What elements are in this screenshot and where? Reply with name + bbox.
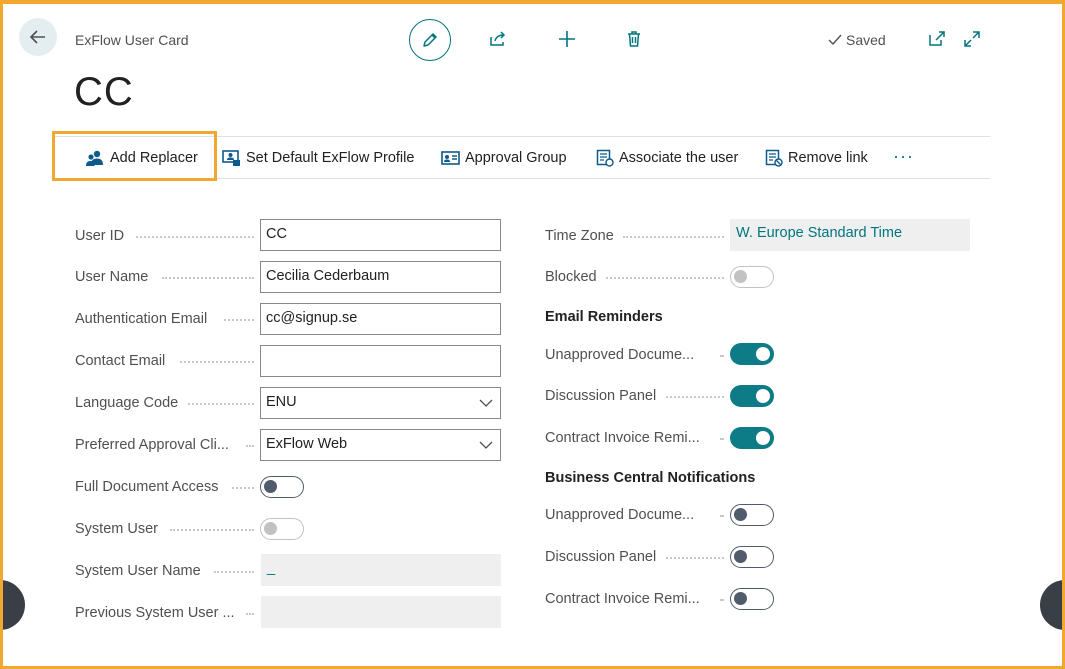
highlight-frame bbox=[0, 0, 1065, 669]
